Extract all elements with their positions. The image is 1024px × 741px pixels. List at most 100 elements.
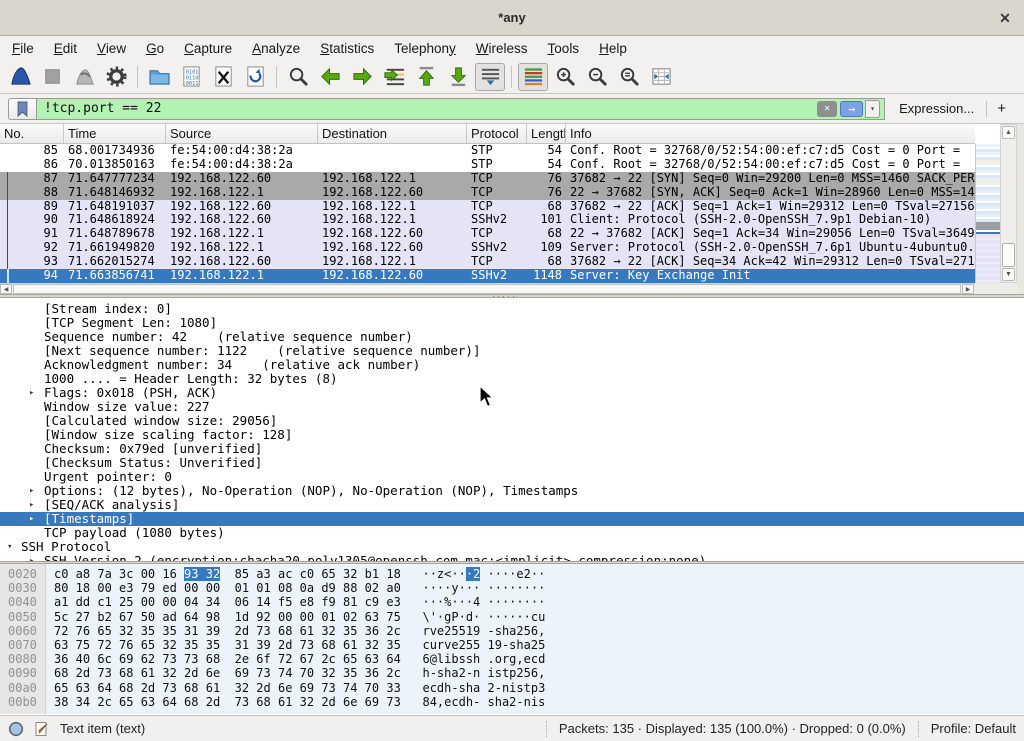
detail-line[interactable]: Urgent pointer: 0 <box>0 470 1024 484</box>
packet-row-94[interactable]: 9471.663856741192.168.122.1192.168.122.6… <box>0 269 975 283</box>
menu-telephony[interactable]: Telephony <box>384 38 466 59</box>
go-forward-button[interactable] <box>347 63 377 91</box>
column-header-len[interactable]: Length <box>527 124 566 143</box>
expander-right-icon[interactable]: ▸ <box>29 484 34 498</box>
capture-options-button[interactable] <box>101 63 131 91</box>
menu-wireless[interactable]: Wireless <box>466 38 538 59</box>
column-header-src[interactable]: Source <box>166 124 318 143</box>
menu-go[interactable]: Go <box>136 38 174 59</box>
filter-apply-icon[interactable]: → <box>840 101 863 117</box>
go-back-button[interactable] <box>315 63 345 91</box>
scroll-down-icon[interactable]: ▼ <box>1002 268 1015 281</box>
filter-dropdown-icon[interactable]: ▾ <box>865 100 880 118</box>
detail-line[interactable]: Window size value: 227 <box>0 400 1024 414</box>
profile-label[interactable]: Profile: Default <box>931 721 1016 736</box>
menu-view[interactable]: View <box>87 38 136 59</box>
scroll-up-icon[interactable]: ▲ <box>1002 126 1015 139</box>
packet-row-91[interactable]: 9171.648789678192.168.122.1192.168.122.6… <box>0 227 975 241</box>
packet-row-92[interactable]: 9271.661949820192.168.122.1192.168.122.6… <box>0 241 975 255</box>
detail-line[interactable]: ▸[SEQ/ACK analysis] <box>0 498 1024 512</box>
open-file-button[interactable] <box>144 63 174 91</box>
scroll-left-icon[interactable]: ◀ <box>0 284 12 294</box>
packet-row-85[interactable]: 8568.001734936fe:54:00:d4:38:2aSTP54Conf… <box>0 144 975 158</box>
go-to-packet-button[interactable] <box>379 63 409 91</box>
detail-line[interactable]: [Calculated window size: 29056] <box>0 414 1024 428</box>
go-to-bottom-button[interactable] <box>443 63 473 91</box>
detail-line[interactable]: [Next sequence number: 1122 (relative se… <box>0 344 1024 358</box>
expander-down-icon[interactable]: ▾ <box>7 540 12 554</box>
hex-row[interactable]: 0040a1 dd c1 25 00 00 04 34 06 14 f5 e8 … <box>0 595 1024 609</box>
detail-line[interactable]: [Checksum Status: Unverified] <box>0 456 1024 470</box>
packet-row-86[interactable]: 8670.013850163fe:54:00:d4:38:2aSTP54Conf… <box>0 158 975 172</box>
menu-tools[interactable]: Tools <box>538 38 590 59</box>
expert-info-icon[interactable] <box>8 721 24 737</box>
detail-line[interactable]: Sequence number: 42 (relative sequence n… <box>0 330 1024 344</box>
expander-right-icon[interactable]: ▸ <box>29 386 34 400</box>
start-capture-button[interactable] <box>5 63 35 91</box>
expression-button[interactable]: Expression... <box>885 101 986 116</box>
detail-line[interactable]: [Window size scaling factor: 128] <box>0 428 1024 442</box>
go-to-top-button[interactable] <box>411 63 441 91</box>
hex-row[interactable]: 0020c0 a8 7a 3c 00 16 93 32 85 a3 ac c0 … <box>0 567 1024 581</box>
menu-statistics[interactable]: Statistics <box>310 38 384 59</box>
expander-right-icon[interactable]: ▸ <box>29 512 34 526</box>
column-header-proto[interactable]: Protocol <box>467 124 527 143</box>
zoom-reset-button[interactable] <box>614 63 644 91</box>
detail-line[interactable]: Checksum: 0x79ed [unverified] <box>0 442 1024 456</box>
packet-row-93[interactable]: 9371.662015274192.168.122.60192.168.122.… <box>0 255 975 269</box>
close-icon[interactable]: ✕ <box>996 9 1014 27</box>
vertical-scrollbar[interactable]: ▲ ▼ <box>1000 124 1017 283</box>
capture-comment-icon[interactable] <box>34 721 50 737</box>
titlebar[interactable]: *any ✕ <box>0 0 1024 36</box>
column-header-dst[interactable]: Destination <box>318 124 467 143</box>
expander-right-icon[interactable]: ▸ <box>29 554 34 561</box>
packet-row-88[interactable]: 8871.648146932192.168.122.1192.168.122.6… <box>0 186 975 200</box>
packet-row-87[interactable]: 8771.647777234192.168.122.60192.168.122.… <box>0 172 975 186</box>
vertical-scroll-thumb[interactable] <box>1002 243 1015 267</box>
resize-columns-button[interactable] <box>646 63 676 91</box>
column-header-time[interactable]: Time <box>64 124 166 143</box>
zoom-in-button[interactable] <box>550 63 580 91</box>
auto-scroll-button[interactable] <box>475 63 505 91</box>
detail-line[interactable]: [TCP Segment Len: 1080] <box>0 316 1024 330</box>
detail-line[interactable]: TCP payload (1080 bytes) <box>0 526 1024 540</box>
horizontal-scroll-thumb[interactable] <box>13 284 961 294</box>
scroll-right-icon[interactable]: ▶ <box>962 284 974 294</box>
hex-row[interactable]: 009068 2d 73 68 61 32 2d 6e 69 73 74 70 … <box>0 666 1024 680</box>
restart-capture-button[interactable] <box>69 63 99 91</box>
detail-line[interactable]: ▸Flags: 0x018 (PSH, ACK) <box>0 386 1024 400</box>
hex-row[interactable]: 007063 75 72 76 65 32 35 35 31 39 2d 73 … <box>0 638 1024 652</box>
packet-minimap[interactable] <box>975 144 1000 283</box>
zoom-out-button[interactable] <box>582 63 612 91</box>
menu-capture[interactable]: Capture <box>174 38 242 59</box>
find-packet-button[interactable] <box>283 63 313 91</box>
stop-capture-button[interactable] <box>37 63 67 91</box>
detail-line[interactable]: Acknowledgment number: 34 (relative ack … <box>0 358 1024 372</box>
hex-row[interactable]: 008036 40 6c 69 62 73 73 68 2e 6f 72 67 … <box>0 652 1024 666</box>
packet-row-90[interactable]: 9071.648618924192.168.122.60192.168.122.… <box>0 213 975 227</box>
column-header-info[interactable]: Info <box>566 124 975 143</box>
detail-line[interactable]: ▾SSH Protocol <box>0 540 1024 554</box>
reload-file-button[interactable] <box>240 63 270 91</box>
packet-row-89[interactable]: 8971.648191037192.168.122.60192.168.122.… <box>0 200 975 214</box>
save-file-button[interactable]: 010101100011 <box>176 63 206 91</box>
colorize-packets-button[interactable] <box>518 63 548 91</box>
add-filter-button[interactable]: + <box>987 100 1016 117</box>
hex-row[interactable]: 00a065 63 64 68 2d 73 68 61 32 2d 6e 69 … <box>0 681 1024 695</box>
detail-line[interactable]: ▸Options: (12 bytes), No-Operation (NOP)… <box>0 484 1024 498</box>
menu-file[interactable]: File <box>2 38 44 59</box>
hex-row[interactable]: 00b038 34 2c 65 63 64 68 2d 73 68 61 32 … <box>0 695 1024 709</box>
horizontal-scrollbar[interactable]: ◀ ▶ <box>0 283 975 294</box>
hex-row[interactable]: 006072 76 65 32 35 35 31 39 2d 73 68 61 … <box>0 624 1024 638</box>
filter-bookmark-button[interactable] <box>8 98 36 120</box>
filter-clear-icon[interactable]: ✕ <box>817 101 837 117</box>
hex-row[interactable]: 003080 18 00 e3 79 ed 00 00 01 01 08 0a … <box>0 581 1024 595</box>
hex-row[interactable]: 00505c 27 b2 67 50 ad 64 98 1d 92 00 00 … <box>0 610 1024 624</box>
detail-line[interactable]: ▸[Timestamps] <box>0 512 1024 526</box>
column-header-no[interactable]: No. <box>0 124 64 143</box>
expander-right-icon[interactable]: ▸ <box>29 498 34 512</box>
detail-line[interactable]: [Stream index: 0] <box>0 302 1024 316</box>
detail-line[interactable]: 1000 .... = Header Length: 32 bytes (8) <box>0 372 1024 386</box>
display-filter-input[interactable]: !tcp.port == 22 ✕ → ▾ <box>36 98 885 120</box>
menu-analyze[interactable]: Analyze <box>242 38 310 59</box>
